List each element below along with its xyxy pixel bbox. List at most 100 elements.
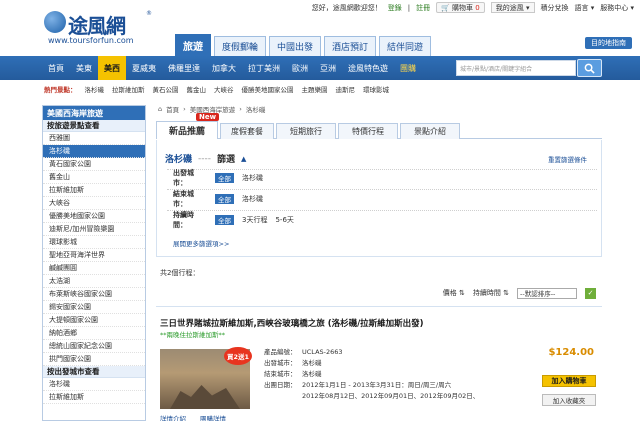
- sort-price[interactable]: 價格 ⇅: [443, 288, 465, 298]
- chevron-up-icon[interactable]: ▲: [241, 155, 246, 163]
- nav-item-hawaii[interactable]: 夏威夷: [126, 56, 162, 80]
- sidebar-item[interactable]: 拉斯維加斯: [43, 184, 145, 197]
- cart-button[interactable]: 🛒 購物車 0: [436, 2, 485, 13]
- sidebar-item[interactable]: 拉斯維加斯: [43, 391, 145, 404]
- nav-item-europe[interactable]: 歐洲: [286, 56, 314, 80]
- nav-item-asia[interactable]: 亞洲: [314, 56, 342, 80]
- nav-item-canada[interactable]: 加拿大: [206, 56, 242, 80]
- filter-all-option[interactable]: 全部: [215, 173, 234, 183]
- groupbuy-link[interactable]: 團購詳情: [200, 413, 226, 421]
- divider: [167, 210, 597, 211]
- sort-select[interactable]: --默認排序--: [517, 287, 577, 299]
- sidebar-item[interactable]: 迪斯尼/加州冒險樂園: [43, 223, 145, 236]
- hot-link[interactable]: 環球影城: [363, 84, 389, 94]
- add-to-cart-button[interactable]: 加入購物車: [542, 375, 596, 387]
- details-link[interactable]: 詳情介紹: [160, 413, 186, 421]
- main-tabs: 旅遊 度假郵輪 中國出發 酒店預訂 結伴同遊: [175, 34, 432, 56]
- hot-link[interactable]: 黃石公園: [153, 84, 179, 94]
- sidebar-item[interactable]: 布萊斯峽谷國家公園: [43, 288, 145, 301]
- sidebar-item[interactable]: 西雅圖: [43, 132, 145, 145]
- sidebar-item[interactable]: 總統山國家紀念公園: [43, 340, 145, 353]
- tab-hotels[interactable]: 酒店預訂: [324, 36, 377, 56]
- sort-duration[interactable]: 持續時間 ⇅: [473, 288, 509, 298]
- tab-new[interactable]: 新品推薦: [156, 121, 218, 139]
- search-button[interactable]: [577, 59, 602, 77]
- filter-toggle[interactable]: 篩選: [217, 152, 235, 165]
- new-badge: New: [196, 113, 220, 121]
- filter-option[interactable]: 3天行程: [242, 215, 267, 225]
- tab-china-departure[interactable]: 中國出發: [269, 36, 322, 56]
- destination-guide-button[interactable]: 目的地指南: [585, 37, 632, 49]
- filter-option[interactable]: 洛杉磯: [242, 194, 263, 204]
- product-card: 三日世界賭城拉斯維加斯,西峽谷玻璃橋之旅 (洛杉磯/拉斯維加斯出發) **兩晚住…: [156, 306, 602, 421]
- main-nav: 首頁 美東 美西 夏威夷 佛羅里達 加拿大 拉丁美洲 歐洲 亞洲 途風特色遊 團…: [0, 56, 640, 80]
- tab-deals[interactable]: 特價行程: [338, 123, 398, 139]
- info-label: 出團日期：: [264, 381, 297, 389]
- divider: [167, 169, 597, 170]
- filter-option[interactable]: 洛杉磯: [242, 173, 263, 183]
- divider: |: [407, 3, 411, 12]
- language-dropdown[interactable]: 語言 ▾: [575, 3, 595, 13]
- chevron-down-icon: ▾: [590, 3, 595, 12]
- help-dropdown[interactable]: 服務中心 ▾: [600, 3, 634, 13]
- hot-link[interactable]: 主題樂園: [302, 84, 328, 94]
- tab-packages[interactable]: 度假套餐: [220, 123, 274, 139]
- breadcrumb-item[interactable]: 首頁: [166, 104, 179, 114]
- sidebar-item[interactable]: 錫安國家公園: [43, 301, 145, 314]
- sidebar-item[interactable]: 環球影城: [43, 236, 145, 249]
- logo-url: www.toursforfun.com: [48, 36, 134, 45]
- sidebar-item[interactable]: 太浩湖: [43, 275, 145, 288]
- hot-link[interactable]: 迪斯尼: [336, 84, 356, 94]
- sidebar-item[interactable]: 鹹鹹團圓: [43, 262, 145, 275]
- sidebar-item[interactable]: 洛杉磯: [43, 378, 145, 391]
- product-links: 詳情介紹 團購詳情: [160, 413, 226, 421]
- filter-all-option[interactable]: 全部: [215, 194, 234, 204]
- nav-item-us-west[interactable]: 美西: [98, 56, 126, 80]
- tab-attractions[interactable]: 景點介紹: [400, 123, 460, 139]
- sidebar-item[interactable]: 黃石國家公園: [43, 158, 145, 171]
- sidebar-item[interactable]: 舊金山: [43, 171, 145, 184]
- tab-short-trips[interactable]: 短期旅行: [276, 123, 336, 139]
- expand-filters-link[interactable]: 展開更多篩選項>>: [173, 238, 229, 248]
- top-links: 您好，途風網歡迎您！ 登錄 | 註冊 🛒 購物車 0 我的途風 ▾ 積分兌換 語…: [312, 2, 634, 13]
- filter-title: 洛杉磯 ---- 篩選 ▲: [165, 152, 246, 166]
- language-label: 語言: [574, 3, 589, 12]
- filter-row-duration: 持續時間： 全部 3天行程 5-6天: [173, 211, 294, 229]
- sort-go-button[interactable]: ✓: [585, 287, 596, 299]
- tab-tours[interactable]: 旅遊: [175, 34, 211, 56]
- nav-item-latin-america[interactable]: 拉丁美洲: [242, 56, 286, 80]
- nav-item-us-east[interactable]: 美東: [70, 56, 98, 80]
- filter-dash: ----: [198, 153, 212, 164]
- hot-link[interactable]: 優勝美地國家公園: [242, 84, 294, 94]
- my-account-dropdown[interactable]: 我的途風 ▾: [490, 2, 535, 13]
- site-logo[interactable]: 途風網 ® www.toursforfun.com: [44, 8, 154, 48]
- hot-link[interactable]: 舊金山: [187, 84, 207, 94]
- login-link[interactable]: 登錄: [388, 3, 402, 13]
- nav-item-home[interactable]: 首頁: [42, 56, 70, 80]
- product-price: $124.00: [548, 347, 594, 358]
- hot-link[interactable]: 拉斯維加斯: [112, 84, 145, 94]
- filter-option[interactable]: 5-6天: [275, 215, 293, 225]
- search-input[interactable]: 城市/景點/酒店/關鍵字組合: [456, 60, 576, 76]
- reset-filters-link[interactable]: 重置篩選條件: [548, 154, 587, 164]
- register-link[interactable]: 註冊: [416, 3, 430, 13]
- filter-all-option[interactable]: 全部: [215, 215, 234, 225]
- product-title[interactable]: 三日世界賭城拉斯維加斯,西峽谷玻璃橋之旅 (洛杉磯/拉斯維加斯出發): [160, 317, 424, 329]
- tab-cruises[interactable]: 度假郵輪: [214, 36, 267, 56]
- sidebar-item-active[interactable]: 洛杉磯: [43, 145, 145, 158]
- add-to-favorites-button[interactable]: 加入收藏夾: [542, 394, 596, 406]
- tab-group-travel[interactable]: 結伴同遊: [379, 36, 432, 56]
- nav-item-group-buy[interactable]: 團購: [394, 56, 422, 80]
- sidebar-item[interactable]: 納帕酒鄉: [43, 327, 145, 340]
- sidebar-item[interactable]: 大提頓國家公園: [43, 314, 145, 327]
- sidebar-item[interactable]: 拱門國家公園: [43, 353, 145, 366]
- hot-link[interactable]: 大峽谷: [214, 84, 234, 94]
- sidebar-item[interactable]: 大峽谷: [43, 197, 145, 210]
- nav-item-florida[interactable]: 佛羅里達: [162, 56, 206, 80]
- hot-link[interactable]: 洛杉磯: [85, 84, 105, 94]
- nav-item-featured[interactable]: 途風特色遊: [342, 56, 394, 80]
- points-link[interactable]: 積分兌換: [541, 3, 569, 13]
- sidebar-item[interactable]: 聖地亞哥海洋世界: [43, 249, 145, 262]
- sidebar-item[interactable]: 優勝美地國家公園: [43, 210, 145, 223]
- sidebar-header: 美國西海岸旅遊: [43, 106, 145, 120]
